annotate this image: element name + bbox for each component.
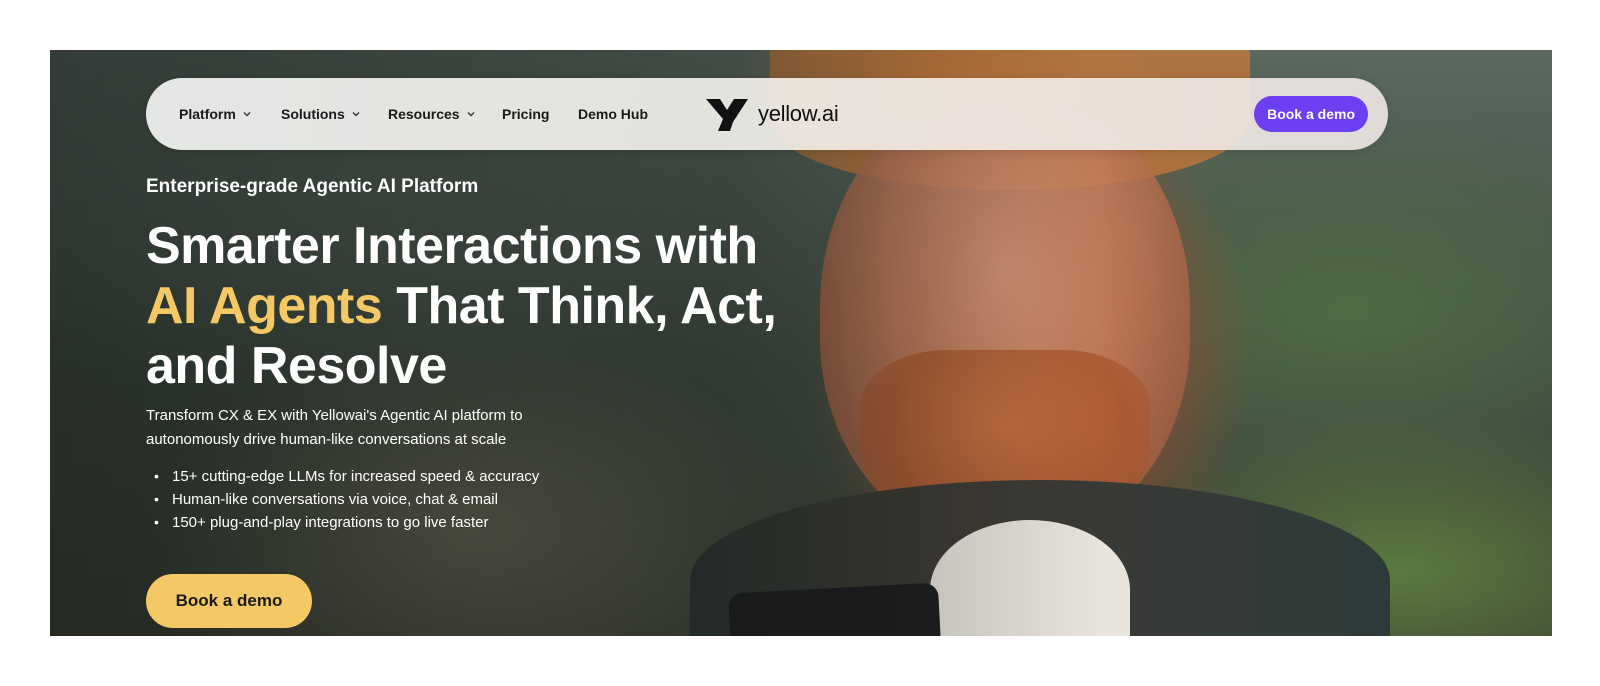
nav-item-pricing[interactable]: Pricing <box>502 78 549 150</box>
headline-accent: AI Agents <box>146 277 383 335</box>
hero-section: Platform Solutions Resources Pricing Dem… <box>50 50 1552 636</box>
top-navigation: Platform Solutions Resources Pricing Dem… <box>146 78 1388 150</box>
nav-item-label: Demo Hub <box>578 106 648 122</box>
nav-item-label: Resources <box>388 106 460 122</box>
nav-item-label: Solutions <box>281 106 345 122</box>
list-item: Human-like conversations via voice, chat… <box>154 488 539 511</box>
yellow-ai-logo-icon <box>706 99 748 131</box>
logo-text: yellow.ai <box>758 101 839 126</box>
hero-headline: Smarter Interactions with AI Agents That… <box>146 216 866 396</box>
nav-item-platform[interactable]: Platform <box>179 78 252 150</box>
hero-book-demo-button[interactable]: Book a demo <box>146 574 312 628</box>
nav-item-label: Pricing <box>502 106 550 122</box>
nav-item-solutions[interactable]: Solutions <box>281 78 361 150</box>
chevron-down-icon <box>243 112 251 117</box>
yellow-ai-logo[interactable]: yellow.ai <box>706 78 839 150</box>
chevron-down-icon <box>352 112 360 117</box>
list-item: 150+ plug-and-play integrations to go li… <box>154 511 539 534</box>
nav-item-label: Platform <box>179 106 236 122</box>
nav-book-demo-button[interactable]: Book a demo <box>1254 96 1368 132</box>
nav-item-demo-hub[interactable]: Demo Hub <box>578 78 648 150</box>
headline-part-1: Smarter Interactions with <box>146 217 758 275</box>
hero-bullet-list: 15+ cutting-edge LLMs for increased spee… <box>154 465 539 534</box>
hero-subtext: Transform CX & EX with Yellowai's Agenti… <box>146 407 523 448</box>
nav-item-resources[interactable]: Resources <box>388 78 476 150</box>
list-item: 15+ cutting-edge LLMs for increased spee… <box>154 465 539 488</box>
chevron-down-icon <box>467 112 475 117</box>
hero-eyebrow: Enterprise-grade Agentic AI Platform <box>146 176 479 197</box>
